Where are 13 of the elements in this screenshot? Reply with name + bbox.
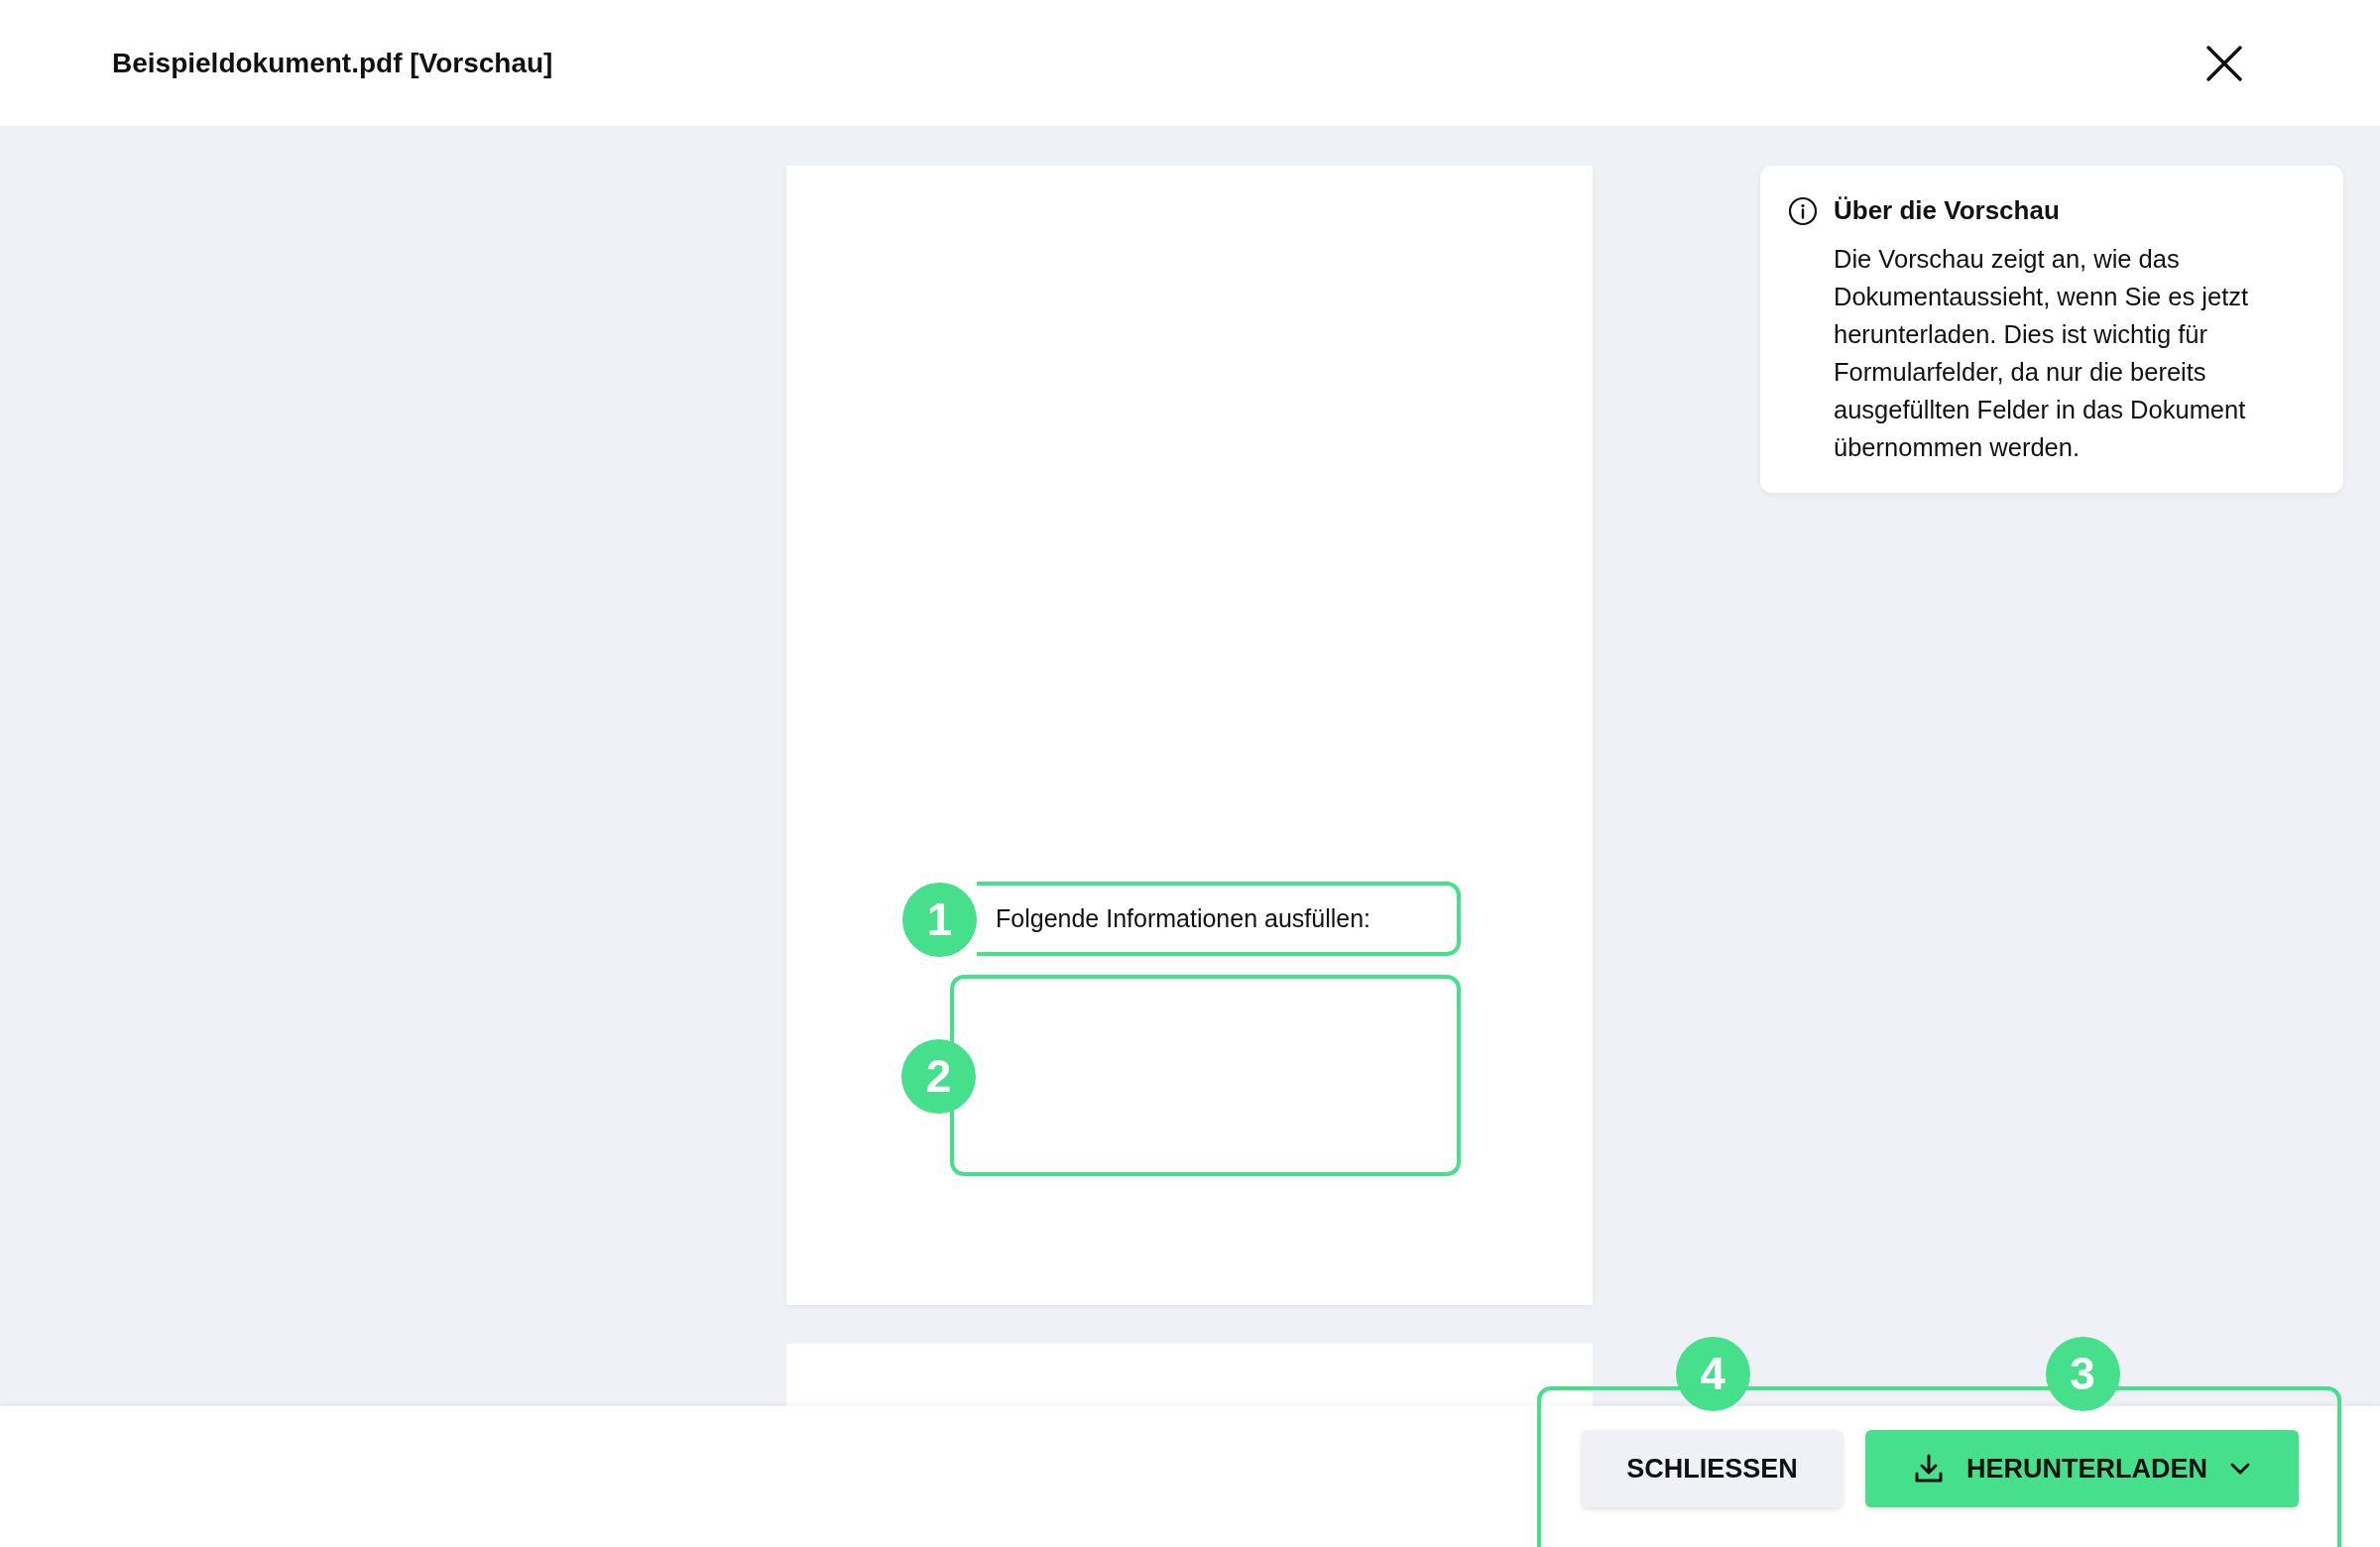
form-label-text: Folgende Informationen ausfüllen: xyxy=(996,902,1371,934)
info-icon xyxy=(1788,195,1818,226)
download-icon xyxy=(1913,1453,1945,1485)
caret-icon xyxy=(2229,1462,2251,1476)
close-icon xyxy=(2204,43,2244,83)
info-text: Die Vorschau zeigt an, wie das Dokumentaussieht, wenn Sie es jetzt herunterladen. Dies ist wichtig für Formularfelder, da nur die bereits ausgefüllten Felder in das Dokument übernommen werden. xyxy=(1834,244,2250,463)
info-title: Über die Vorschau xyxy=(1834,194,2060,227)
step-marker: 2 xyxy=(901,1038,976,1114)
close-button[interactable]: SCHLIESSEN xyxy=(1582,1430,1843,1507)
close-button[interactable] xyxy=(2204,43,2244,83)
window-title: Beispieldokument.pdf [Vorschau] xyxy=(112,46,553,80)
step-marker: 1 xyxy=(902,882,977,957)
download-button[interactable]: HERUNTERLADEN xyxy=(1865,1430,2299,1507)
